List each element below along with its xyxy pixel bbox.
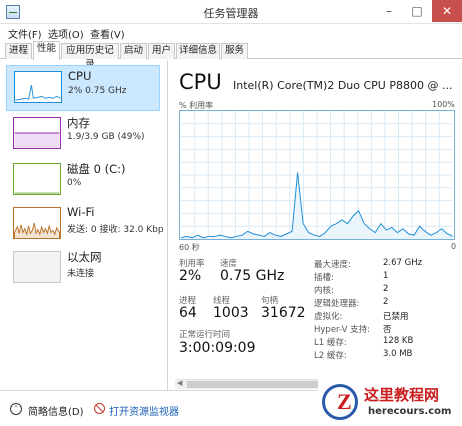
sidebar-item-name: 内存 xyxy=(67,116,90,130)
watermark-logo-letter: Z xyxy=(337,389,352,414)
sidebar-item-ethernet[interactable]: 以太网 未连接 xyxy=(6,246,160,292)
spec-label: 内核: xyxy=(314,286,334,296)
cpu-detail-panel: CPU Intel(R) Core(TM)2 Duo CPU P8800 @ .… xyxy=(170,60,462,390)
sidebar-item-name: CPU xyxy=(68,69,92,83)
disk-mini-graph xyxy=(13,163,61,195)
cpu-utilization-graph xyxy=(179,110,455,240)
sidebar-item-wifi[interactable]: Wi-Fi 发送: 0 接收: 32.0 Kbp xyxy=(6,202,164,248)
wifi-mini-graph xyxy=(13,207,61,239)
site-watermark: Z 这里教程网 herecours.com xyxy=(318,378,462,426)
uptime-value: 3:00:09:09 xyxy=(179,340,256,356)
x-axis-end-label: 0 xyxy=(451,242,457,251)
spec-label: L1 缓存: xyxy=(314,338,347,348)
spec-label: 最大速度: xyxy=(314,260,351,270)
tab-processes[interactable]: 进程 xyxy=(5,43,32,59)
minimize-button[interactable]: – xyxy=(376,0,402,22)
chevron-up-icon[interactable]: ˄ xyxy=(10,403,22,415)
spec-label: L2 缓存: xyxy=(314,351,347,361)
spec-value: 2 xyxy=(383,297,389,307)
speed-value: 0.75 GHz xyxy=(220,268,285,284)
close-button[interactable]: ✕ xyxy=(432,0,462,22)
menu-options[interactable]: 选项(O) xyxy=(48,26,84,41)
cpu-model-name: Intel(R) Core(TM)2 Duo CPU P8800 @ ... xyxy=(233,79,453,92)
ethernet-mini-graph xyxy=(13,251,61,283)
spec-value: 1 xyxy=(383,271,389,281)
handles-value: 31672 xyxy=(261,305,306,321)
watermark-url: herecours.com xyxy=(368,406,452,417)
spec-label: 逻辑处理器: xyxy=(314,299,360,309)
threads-value: 1003 xyxy=(213,305,249,321)
maximize-button[interactable]: □ xyxy=(404,0,430,22)
watermark-logo-icon: Z xyxy=(322,384,358,420)
resource-monitor-icon xyxy=(94,403,105,414)
tab-startup[interactable]: 启动 xyxy=(120,43,147,59)
watermark-title: 这里教程网 xyxy=(364,386,440,404)
spec-value: 2.67 GHz xyxy=(383,258,423,268)
memory-mini-graph xyxy=(13,117,61,149)
spec-value: 已禁用 xyxy=(383,312,409,322)
resource-sidebar: CPU 2% 0.75 GHz 内存 1.9/3.9 GB (49%) 磁盘 0… xyxy=(0,60,168,390)
x-axis-start-label: 60 秒 xyxy=(179,243,200,252)
menu-file[interactable]: 文件(F) xyxy=(8,26,42,41)
tab-users[interactable]: 用户 xyxy=(148,43,175,59)
sidebar-item-cpu[interactable]: CPU 2% 0.75 GHz xyxy=(6,65,160,111)
sidebar-item-disk[interactable]: 磁盘 0 (C:) 0% xyxy=(6,158,160,204)
sidebar-item-detail: 0% xyxy=(67,178,82,188)
spec-label: 虚拟化: xyxy=(314,312,343,322)
tab-performance[interactable]: 性能 xyxy=(33,41,60,60)
sidebar-item-detail: 2% 0.75 GHz xyxy=(68,86,127,96)
sidebar-item-name: Wi-Fi xyxy=(67,205,95,219)
sidebar-item-detail: 发送: 0 接收: 32.0 Kbp xyxy=(67,225,164,235)
sidebar-item-detail: 1.9/3.9 GB (49%) xyxy=(67,132,145,142)
sidebar-item-memory[interactable]: 内存 1.9/3.9 GB (49%) xyxy=(6,112,160,158)
scroll-left-icon[interactable]: ◀ xyxy=(177,379,182,387)
tab-services[interactable]: 服务 xyxy=(221,43,248,59)
panel-title: CPU xyxy=(179,70,222,94)
utilization-value: 2% xyxy=(179,268,202,284)
tab-bar: 进程 性能 应用历史记录 启动 用户 详细信息 服务 xyxy=(0,40,462,70)
tab-app-history[interactable]: 应用历史记录 xyxy=(61,43,119,70)
spec-label: Hyper-V 支持: xyxy=(314,325,370,335)
sidebar-item-name: 磁盘 0 (C:) xyxy=(67,162,126,176)
spec-value: 2 xyxy=(383,284,389,294)
menu-view[interactable]: 查看(V) xyxy=(90,26,125,41)
title-bar: 任务管理器 – □ ✕ xyxy=(0,0,462,24)
sidebar-item-detail: 未连接 xyxy=(67,269,95,279)
menu-bar: 文件(F) 选项(O) 查看(V) xyxy=(0,24,462,41)
y-axis-max-label: 100% xyxy=(432,100,455,109)
spec-value: 否 xyxy=(383,325,392,335)
fewer-details-link[interactable]: 简略信息(D) xyxy=(28,403,84,418)
spec-value: 128 KB xyxy=(383,336,414,346)
cpu-mini-graph xyxy=(14,71,62,103)
uptime-label: 正常运行时间 xyxy=(179,330,231,340)
processes-value: 64 xyxy=(179,305,197,321)
open-resource-monitor-link[interactable]: 打开资源监视器 xyxy=(109,403,179,418)
spec-label: 插槽: xyxy=(314,273,334,283)
sidebar-item-name: 以太网 xyxy=(67,250,102,264)
tab-details[interactable]: 详细信息 xyxy=(176,43,220,59)
spec-value: 3.0 MB xyxy=(383,349,413,359)
